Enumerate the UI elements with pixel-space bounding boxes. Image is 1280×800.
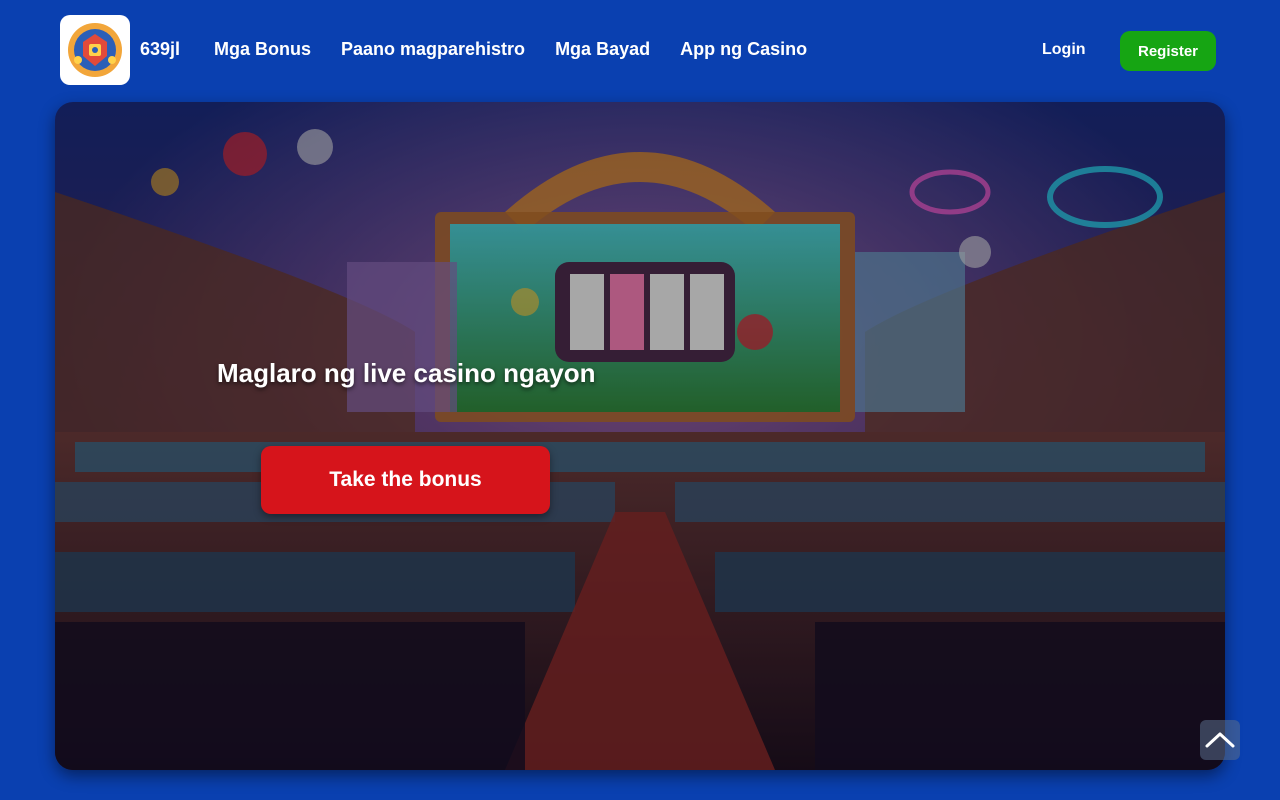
nav-item-payments[interactable]: Mga Bayad <box>555 39 650 60</box>
site-header: 639jl Mga Bonus Paano magparehistro Mga … <box>0 0 1280 100</box>
nav-item-bonus[interactable]: Mga Bonus <box>214 39 311 60</box>
casino-hall-illustration <box>55 102 1225 770</box>
brand-name[interactable]: 639jl <box>140 39 180 60</box>
chevron-up-icon <box>1205 732 1235 748</box>
scroll-to-top-button[interactable] <box>1200 720 1240 760</box>
hero-title: Maglaro ng live casino ngayon <box>217 358 596 388</box>
register-button[interactable]: Register <box>1120 31 1216 71</box>
nav-item-register-guide[interactable]: Paano magparehistro <box>341 39 525 60</box>
hero-banner: Maglaro ng live casino ngayon Take the b… <box>55 102 1225 770</box>
main-nav: Mga Bonus Paano magparehistro Mga Bayad … <box>214 39 807 60</box>
nav-item-casino-app[interactable]: App ng Casino <box>680 39 807 60</box>
take-bonus-button[interactable]: Take the bonus <box>261 446 550 514</box>
brand-logo[interactable] <box>60 15 130 85</box>
login-link[interactable]: Login <box>1042 41 1086 59</box>
casino-crest-logo-icon <box>68 23 122 77</box>
